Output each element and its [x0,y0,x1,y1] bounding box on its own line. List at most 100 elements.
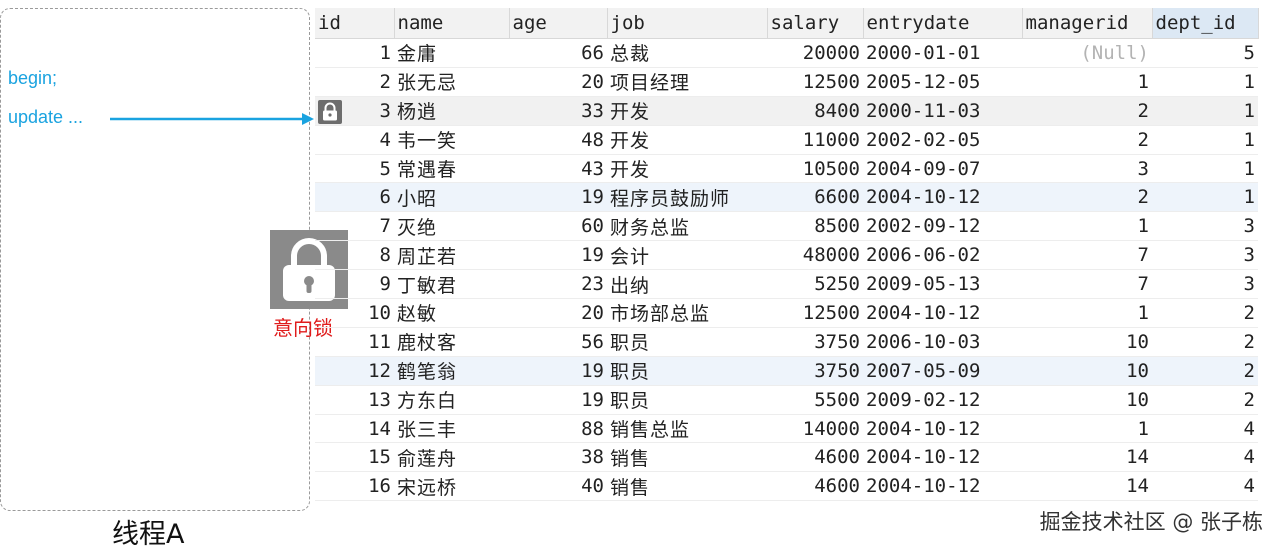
cell-job[interactable]: 市场部总监 [607,298,767,328]
cell-dept-id[interactable]: 3 [1152,240,1258,271]
table-row[interactable]: 8 周芷若 19 会计 48000 2006-06-02 7 3 [315,240,1258,271]
cell-salary[interactable]: 8400 [767,96,863,126]
cell-salary[interactable]: 10500 [767,154,863,184]
cell-name[interactable]: 常遇春 [394,154,509,184]
cell-dept-id[interactable]: 2 [1152,385,1258,415]
cell-id[interactable]: 8 [315,240,394,271]
cell-age[interactable]: 43 [509,154,607,184]
table-row[interactable]: 3 杨逍 33 开发 8400 2000-11-03 2 1 [315,96,1258,126]
column-header-entrydate[interactable]: entrydate [863,8,1023,39]
cell-name[interactable]: 韦一笑 [394,125,509,155]
cell-id[interactable]: 3 [315,96,394,126]
cell-name[interactable]: 小昭 [394,182,509,213]
cell-job[interactable]: 出纳 [607,269,767,300]
cell-id[interactable]: 1 [315,38,394,68]
cell-salary[interactable]: 3750 [767,356,863,386]
cell-age[interactable]: 56 [509,327,607,357]
table-row[interactable]: 4 韦一笑 48 开发 11000 2002-02-05 2 1 [315,125,1258,155]
cell-dept-id[interactable]: 4 [1152,471,1258,502]
cell-salary[interactable]: 12500 [767,298,863,328]
cell-name[interactable]: 方东白 [394,385,509,415]
cell-salary[interactable]: 8500 [767,211,863,242]
cell-entrydate[interactable]: 2004-10-12 [863,471,1022,502]
table-row[interactable]: 16 宋远桥 40 销售 4600 2004-10-12 14 4 [315,471,1258,502]
cell-job[interactable]: 销售 [607,442,767,473]
cell-id[interactable]: 2 [315,67,394,97]
cell-entrydate[interactable]: 2007-05-09 [863,356,1022,386]
cell-name[interactable]: 俞莲舟 [394,442,509,473]
table-row[interactable]: 12 鹤笔翁 19 职员 3750 2007-05-09 10 2 [315,356,1258,386]
cell-dept-id[interactable]: 2 [1152,298,1258,328]
cell-entrydate[interactable]: 2004-10-12 [863,442,1022,473]
cell-job[interactable]: 职员 [607,385,767,415]
cell-managerid[interactable]: 2 [1022,125,1152,155]
cell-job[interactable]: 财务总监 [607,211,767,242]
cell-entrydate[interactable]: 2000-01-01 [863,38,1022,68]
cell-managerid[interactable]: 7 [1022,240,1152,271]
table-row[interactable]: 13 方东白 19 职员 5500 2009-02-12 10 2 [315,385,1258,415]
table-row[interactable]: 7 灭绝 60 财务总监 8500 2002-09-12 1 3 [315,211,1258,242]
cell-managerid[interactable]: 10 [1022,356,1152,386]
cell-age[interactable]: 20 [509,67,607,97]
cell-job[interactable]: 职员 [607,356,767,386]
cell-age[interactable]: 19 [509,356,607,386]
cell-managerid[interactable]: 2 [1022,96,1152,126]
cell-job[interactable]: 项目经理 [607,67,767,97]
cell-id[interactable]: 6 [315,182,394,213]
table-row[interactable]: 5 常遇春 43 开发 10500 2004-09-07 3 1 [315,154,1258,184]
column-header-managerid[interactable]: managerid [1022,8,1153,39]
cell-name[interactable]: 宋远桥 [394,471,509,502]
cell-dept-id[interactable]: 4 [1152,414,1258,444]
cell-age[interactable]: 23 [509,269,607,300]
cell-dept-id[interactable]: 3 [1152,269,1258,300]
cell-name[interactable]: 丁敏君 [394,269,509,300]
cell-job[interactable]: 销售 [607,471,767,502]
table-row[interactable]: 14 张三丰 88 销售总监 14000 2004-10-12 1 4 [315,414,1258,444]
cell-entrydate[interactable]: 2004-10-12 [863,182,1022,213]
cell-managerid[interactable]: 1 [1022,211,1152,242]
cell-entrydate[interactable]: 2006-06-02 [863,240,1022,271]
cell-managerid[interactable]: 3 [1022,154,1152,184]
cell-entrydate[interactable]: 2000-11-03 [863,96,1022,126]
cell-entrydate[interactable]: 2009-05-13 [863,269,1022,300]
cell-entrydate[interactable]: 2004-09-07 [863,154,1022,184]
cell-managerid[interactable]: 10 [1022,385,1152,415]
cell-name[interactable]: 张无忌 [394,67,509,97]
cell-id[interactable]: 10 [315,298,394,328]
table-row[interactable]: 11 鹿杖客 56 职员 3750 2006-10-03 10 2 [315,327,1258,357]
cell-age[interactable]: 38 [509,442,607,473]
cell-job[interactable]: 销售总监 [607,414,767,444]
cell-name[interactable]: 金庸 [394,38,509,68]
table-row[interactable]: 2 张无忌 20 项目经理 12500 2005-12-05 1 1 [315,67,1258,97]
cell-entrydate[interactable]: 2004-10-12 [863,298,1022,328]
cell-dept-id[interactable]: 1 [1152,96,1258,126]
cell-name[interactable]: 鹿杖客 [394,327,509,357]
cell-name[interactable]: 张三丰 [394,414,509,444]
cell-managerid[interactable]: 10 [1022,327,1152,357]
cell-age[interactable]: 60 [509,211,607,242]
cell-salary[interactable]: 5250 [767,269,863,300]
cell-salary[interactable]: 6600 [767,182,863,213]
cell-id[interactable]: 5 [315,154,394,184]
cell-dept-id[interactable]: 1 [1152,125,1258,155]
column-header-name[interactable]: name [394,8,510,39]
cell-managerid[interactable]: 7 [1022,269,1152,300]
cell-name[interactable]: 杨逍 [394,96,509,126]
cell-entrydate[interactable]: 2009-02-12 [863,385,1022,415]
cell-id[interactable]: 15 [315,442,394,473]
cell-entrydate[interactable]: 2006-10-03 [863,327,1022,357]
cell-age[interactable]: 19 [509,182,607,213]
cell-managerid[interactable]: 1 [1022,298,1152,328]
cell-age[interactable]: 19 [509,240,607,271]
cell-managerid[interactable]: 2 [1022,182,1152,213]
column-header-dept-id[interactable]: dept_id [1152,8,1259,39]
cell-id[interactable]: 9 [315,269,394,300]
cell-age[interactable]: 66 [509,38,607,68]
cell-entrydate[interactable]: 2004-10-12 [863,414,1022,444]
cell-salary[interactable]: 11000 [767,125,863,155]
cell-id[interactable]: 12 [315,356,394,386]
cell-salary[interactable]: 12500 [767,67,863,97]
cell-age[interactable]: 48 [509,125,607,155]
column-header-age[interactable]: age [509,8,608,39]
cell-dept-id[interactable]: 5 [1152,38,1258,68]
